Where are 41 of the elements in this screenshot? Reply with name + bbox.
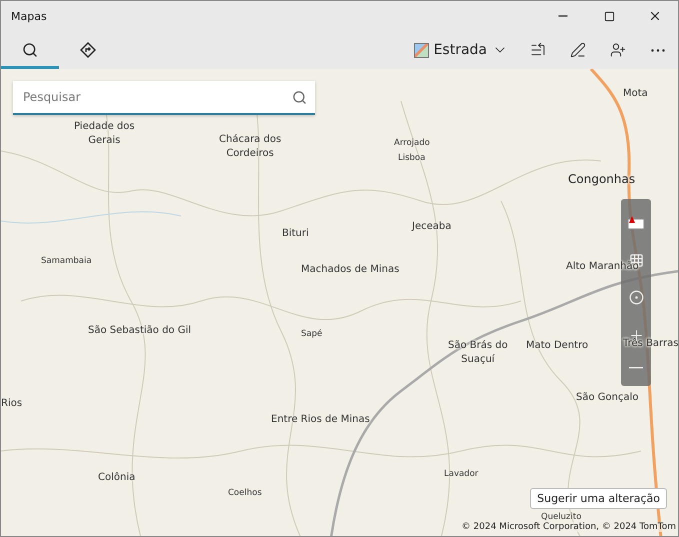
suggest-change-button[interactable]: Sugerir uma alteração bbox=[530, 488, 667, 509]
window-title: Mapas bbox=[11, 10, 48, 22]
place-label: Jeceaba bbox=[412, 220, 452, 234]
diamond-arrow-icon bbox=[80, 42, 96, 58]
place-label: Colônia bbox=[98, 471, 136, 485]
place-label: Lavador bbox=[444, 469, 478, 481]
place-label: Coelhos bbox=[228, 488, 262, 500]
place-label: Rios bbox=[1, 397, 22, 411]
place-label: Chácara dos Cordeiros bbox=[219, 133, 282, 161]
list-icon bbox=[530, 42, 546, 58]
place-label: Samambaia bbox=[41, 256, 92, 268]
minus-icon bbox=[629, 366, 643, 369]
place-label: Arrojado bbox=[394, 138, 430, 150]
search-icon bbox=[22, 42, 38, 58]
location-icon bbox=[628, 290, 644, 305]
place-label: São Brás do Suaçuí bbox=[448, 339, 508, 367]
place-label: Entre Rios de Minas bbox=[271, 413, 370, 427]
compass-icon bbox=[627, 216, 645, 230]
zoom-out-button[interactable] bbox=[627, 364, 645, 371]
map-style-dropdown[interactable]: Estrada bbox=[404, 31, 518, 69]
compass-button[interactable] bbox=[625, 214, 647, 232]
copyright-text: © 2024 Microsoft Corporation, © 2024 TomTom bbox=[462, 522, 676, 532]
maximize-icon bbox=[604, 10, 614, 22]
place-label: São Gonçalo bbox=[576, 391, 638, 405]
more-icon bbox=[651, 48, 665, 52]
close-icon bbox=[648, 9, 662, 23]
place-label: Lisboa bbox=[398, 153, 426, 165]
location-button[interactable] bbox=[626, 288, 646, 307]
pen-icon bbox=[570, 42, 586, 58]
place-label: Queluzito bbox=[541, 512, 582, 522]
place-label: Bituri bbox=[282, 227, 309, 241]
place-label: Piedade dos Gerais bbox=[74, 120, 135, 148]
search-box[interactable]: Pesquisar bbox=[13, 81, 315, 115]
place-label: Mato Dentro bbox=[526, 339, 588, 353]
place-label: Machados de Minas bbox=[301, 263, 400, 277]
place-label: São Sebastião do Gil bbox=[88, 324, 192, 338]
place-label: Mota bbox=[623, 87, 648, 101]
person-plus-icon bbox=[610, 42, 626, 58]
map-style-icon bbox=[414, 42, 429, 58]
place-label: Sapé bbox=[301, 329, 322, 341]
search-icon bbox=[292, 90, 307, 104]
